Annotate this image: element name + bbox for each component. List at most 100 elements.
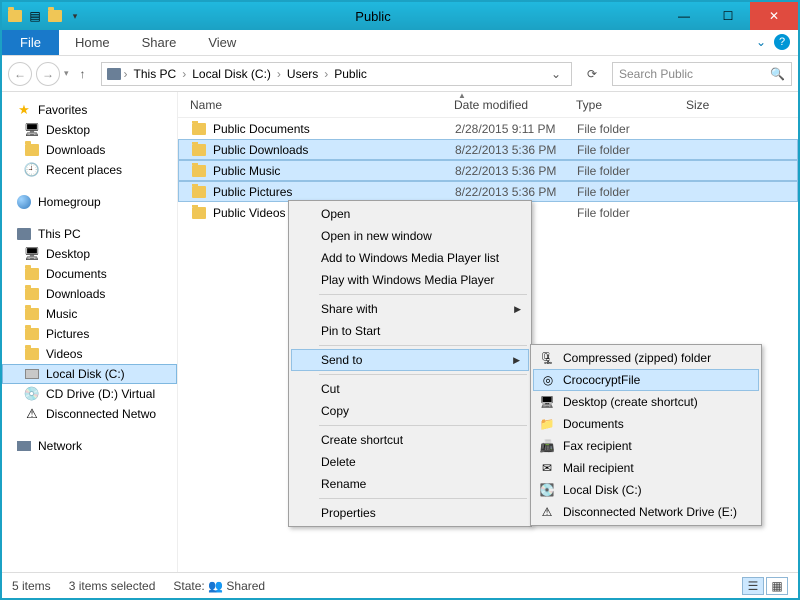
- sidebar-item-videos[interactable]: Videos: [2, 344, 177, 364]
- sidebar-item-recent[interactable]: 🕘Recent places: [2, 160, 177, 180]
- titlebar: ▤ ▾ Public — ☐ ✕: [2, 2, 798, 30]
- sidebar-item-downloads[interactable]: Downloads: [2, 284, 177, 304]
- folder-icon: [191, 205, 207, 221]
- file-tab[interactable]: File: [2, 30, 59, 55]
- breadcrumb-seg[interactable]: Local Disk (C:): [188, 67, 275, 81]
- file-type: File folder: [565, 122, 675, 136]
- folder-icon: 📁: [539, 416, 555, 432]
- tab-share[interactable]: Share: [126, 30, 193, 55]
- menu-item[interactable]: Properties: [291, 502, 529, 524]
- breadcrumb-dropdown-icon[interactable]: ⌄: [545, 67, 567, 81]
- file-date: 8/22/2013 5:36 PM: [443, 143, 565, 157]
- menu-item[interactable]: Pin to Start: [291, 320, 529, 342]
- breadcrumb-seg[interactable]: Users: [283, 67, 322, 81]
- chevron-right-icon[interactable]: ›: [275, 67, 283, 81]
- refresh-button[interactable]: ⟳: [580, 62, 604, 86]
- column-type[interactable]: Type: [564, 98, 674, 112]
- tab-home[interactable]: Home: [59, 30, 126, 55]
- table-row[interactable]: Public Music8/22/2013 5:36 PMFile folder: [178, 160, 798, 181]
- sidebar-item-netdrive[interactable]: ⚠Disconnected Netwo: [2, 404, 177, 424]
- menu-item[interactable]: Play with Windows Media Player: [291, 269, 529, 291]
- forward-button[interactable]: →: [36, 62, 60, 86]
- sidebar-thispc[interactable]: This PC: [2, 224, 177, 244]
- view-details-button[interactable]: ☰: [742, 577, 764, 595]
- menu-item[interactable]: Share with▶: [291, 298, 529, 320]
- netdrive-icon: ⚠: [24, 406, 40, 422]
- folder-icon: [191, 184, 207, 200]
- menu-item[interactable]: Open in new window: [291, 225, 529, 247]
- menu-item[interactable]: 📠Fax recipient: [533, 435, 759, 457]
- croc-icon: ◎: [540, 372, 556, 388]
- qat-dropdown-icon[interactable]: ▾: [66, 7, 84, 25]
- qat-newfolder-icon[interactable]: [46, 7, 64, 25]
- sidebar-network[interactable]: Network: [2, 436, 177, 456]
- search-icon: 🔍: [770, 67, 785, 81]
- breadcrumb-seg[interactable]: Public: [330, 67, 371, 81]
- network-icon: [16, 438, 32, 454]
- folder-icon: [24, 326, 40, 342]
- menu-item[interactable]: 🖥Desktop (create shortcut): [533, 391, 759, 413]
- mail-icon: ✉: [539, 460, 555, 476]
- menu-item[interactable]: Delete: [291, 451, 529, 473]
- file-type: File folder: [565, 143, 675, 157]
- search-placeholder: Search Public: [619, 67, 693, 81]
- chevron-right-icon[interactable]: ›: [322, 67, 330, 81]
- menu-item[interactable]: 📁Documents: [533, 413, 759, 435]
- back-button[interactable]: ←: [8, 62, 32, 86]
- view-icons-button[interactable]: ▦: [766, 577, 788, 595]
- sidebar-item-localdisk-c[interactable]: Local Disk (C:): [2, 364, 177, 384]
- status-item-count: 5 items: [12, 579, 51, 593]
- qat-properties-icon[interactable]: ▤: [26, 7, 44, 25]
- shared-icon: 👥: [208, 579, 223, 593]
- sidebar-item-downloads[interactable]: Downloads: [2, 140, 177, 160]
- file-type: File folder: [565, 185, 675, 199]
- up-button[interactable]: ↑: [73, 64, 93, 84]
- sidebar-item-desktop[interactable]: 🖥Desktop: [2, 244, 177, 264]
- table-row[interactable]: Public Downloads8/22/2013 5:36 PMFile fo…: [178, 139, 798, 160]
- menu-item[interactable]: ✉Mail recipient: [533, 457, 759, 479]
- sidebar-item-music[interactable]: Music: [2, 304, 177, 324]
- sidebar-favorites[interactable]: ★Favorites: [2, 100, 177, 120]
- menu-item[interactable]: Cut: [291, 378, 529, 400]
- table-row[interactable]: Public Pictures8/22/2013 5:36 PMFile fol…: [178, 181, 798, 202]
- desktop-icon: 🖥: [24, 246, 40, 262]
- menu-item[interactable]: Create shortcut: [291, 429, 529, 451]
- breadcrumb-seg[interactable]: This PC: [130, 67, 181, 81]
- chevron-right-icon[interactable]: ›: [122, 67, 130, 81]
- sidebar-item-documents[interactable]: Documents: [2, 264, 177, 284]
- folder-icon: [191, 142, 207, 158]
- table-row[interactable]: Public Documents 2/28/2015 9:11 PMFile fo…: [178, 118, 798, 139]
- history-dropdown-icon[interactable]: ▾: [64, 68, 69, 79]
- menu-item[interactable]: Send to▶: [291, 349, 529, 371]
- column-size[interactable]: Size: [674, 98, 798, 112]
- folder-icon: [191, 121, 207, 137]
- sidebar-item-pictures[interactable]: Pictures: [2, 324, 177, 344]
- ribbon-expand-icon[interactable]: ⌄: [756, 35, 766, 49]
- menu-item[interactable]: 💽Local Disk (C:): [533, 479, 759, 501]
- sidebar-item-cddrive[interactable]: 💿CD Drive (D:) Virtual: [2, 384, 177, 404]
- menu-item[interactable]: Add to Windows Media Player list: [291, 247, 529, 269]
- menu-item[interactable]: Rename: [291, 473, 529, 495]
- menu-item[interactable]: Open: [291, 203, 529, 225]
- close-button[interactable]: ✕: [750, 2, 798, 30]
- column-name[interactable]: Name: [178, 98, 442, 112]
- help-icon[interactable]: ?: [774, 34, 790, 50]
- file-type: File folder: [565, 206, 675, 220]
- menu-item[interactable]: 🗜Compressed (zipped) folder: [533, 347, 759, 369]
- chevron-right-icon[interactable]: ›: [180, 67, 188, 81]
- tab-view[interactable]: View: [192, 30, 252, 55]
- pc-icon: [16, 226, 32, 242]
- sidebar-homegroup[interactable]: Homegroup: [2, 192, 177, 212]
- menu-item[interactable]: ⚠Disconnected Network Drive (E:): [533, 501, 759, 523]
- file-date: 2/28/2015 9:11 PM: [443, 122, 565, 136]
- minimize-button[interactable]: —: [662, 2, 706, 30]
- search-input[interactable]: Search Public 🔍: [612, 62, 792, 86]
- file-name: Public Documents: [213, 122, 310, 136]
- breadcrumb[interactable]: › This PC › Local Disk (C:) › Users › Pu…: [101, 62, 572, 86]
- desktop-icon: 🖥: [24, 122, 40, 138]
- maximize-button[interactable]: ☐: [706, 2, 750, 30]
- sidebar-item-desktop[interactable]: 🖥Desktop: [2, 120, 177, 140]
- chevron-right-icon: ▶: [514, 304, 521, 315]
- menu-item[interactable]: ◎CrococryptFile: [533, 369, 759, 391]
- menu-item[interactable]: Copy: [291, 400, 529, 422]
